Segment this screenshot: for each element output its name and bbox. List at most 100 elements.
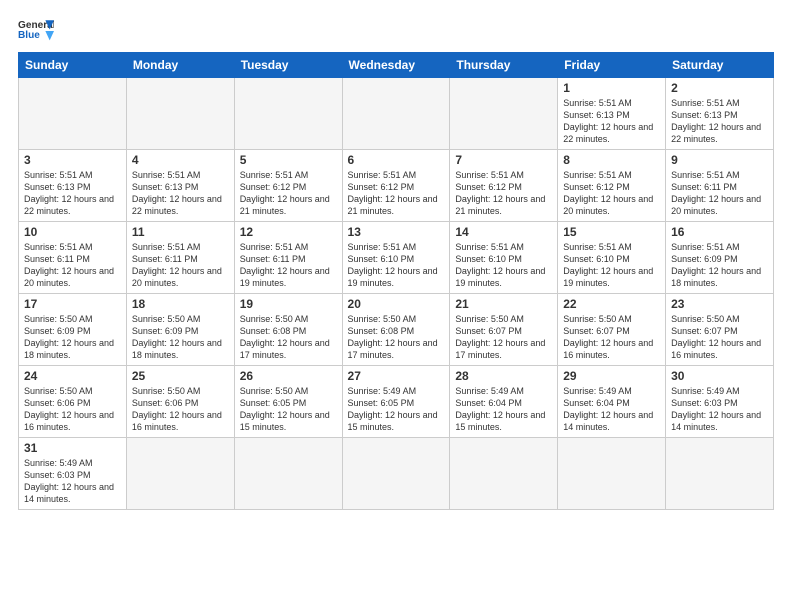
day-number: 17 [24, 297, 121, 311]
week-row-3: 10 Sunrise: 5:51 AM Sunset: 6:11 PM Dayli… [19, 222, 774, 294]
day-info: Sunrise: 5:51 AM Sunset: 6:13 PM Dayligh… [671, 97, 768, 146]
day-number: 4 [132, 153, 229, 167]
weekday-header-friday: Friday [558, 53, 666, 78]
calendar-cell [126, 78, 234, 150]
svg-text:Blue: Blue [18, 30, 40, 41]
calendar-cell [342, 438, 450, 510]
calendar-cell [234, 78, 342, 150]
calendar-cell: 8 Sunrise: 5:51 AM Sunset: 6:12 PM Daylig… [558, 150, 666, 222]
day-number: 8 [563, 153, 660, 167]
calendar-cell: 15Sunrise: 5:51 AM Sunset: 6:10 PM Dayli… [558, 222, 666, 294]
day-number: 7 [455, 153, 552, 167]
day-number: 25 [132, 369, 229, 383]
day-info: Sunrise: 5:50 AM Sunset: 6:05 PM Dayligh… [240, 385, 337, 434]
logo: General Blue [18, 16, 54, 46]
calendar-cell: 30Sunrise: 5:49 AM Sunset: 6:03 PM Dayli… [666, 366, 774, 438]
day-number: 27 [348, 369, 445, 383]
calendar-cell: 23 Sunrise: 5:50 AM Sunset: 6:07 PM Dayli… [666, 294, 774, 366]
header: General Blue [18, 16, 774, 46]
calendar-cell: 25 Sunrise: 5:50 AM Sunset: 6:06 PM Dayli… [126, 366, 234, 438]
day-number: 12 [240, 225, 337, 239]
day-info: Sunrise: 5:50 AM Sunset: 6:06 PM Dayligh… [24, 385, 121, 434]
day-number: 16 [671, 225, 768, 239]
calendar-cell [450, 438, 558, 510]
day-number: 24 [24, 369, 121, 383]
calendar-cell: 19Sunrise: 5:50 AM Sunset: 6:08 PM Dayli… [234, 294, 342, 366]
calendar-cell: 9Sunrise: 5:51 AM Sunset: 6:11 PM Daylig… [666, 150, 774, 222]
day-number: 20 [348, 297, 445, 311]
day-info: Sunrise: 5:51 AM Sunset: 6:13 PM Dayligh… [563, 97, 660, 146]
day-number: 23 [671, 297, 768, 311]
day-info: Sunrise: 5:51 AM Sunset: 6:10 PM Dayligh… [348, 241, 445, 290]
calendar-cell: 26 Sunrise: 5:50 AM Sunset: 6:05 PM Dayli… [234, 366, 342, 438]
day-info: Sunrise: 5:51 AM Sunset: 6:11 PM Dayligh… [132, 241, 229, 290]
page: General Blue SundayMondayTuesdayWednesda… [0, 0, 792, 520]
day-info: Sunrise: 5:51 AM Sunset: 6:12 PM Dayligh… [563, 169, 660, 218]
day-number: 9 [671, 153, 768, 167]
day-info: Sunrise: 5:51 AM Sunset: 6:11 PM Dayligh… [24, 241, 121, 290]
day-number: 11 [132, 225, 229, 239]
day-number: 29 [563, 369, 660, 383]
calendar-cell: 2 Sunrise: 5:51 AM Sunset: 6:13 PM Daylig… [666, 78, 774, 150]
day-number: 15 [563, 225, 660, 239]
calendar-cell: 22Sunrise: 5:50 AM Sunset: 6:07 PM Dayli… [558, 294, 666, 366]
day-info: Sunrise: 5:51 AM Sunset: 6:13 PM Dayligh… [24, 169, 121, 218]
calendar-cell [19, 78, 127, 150]
calendar-cell: 3Sunrise: 5:51 AM Sunset: 6:13 PM Daylig… [19, 150, 127, 222]
calendar-cell [234, 438, 342, 510]
calendar-cell [342, 78, 450, 150]
day-number: 6 [348, 153, 445, 167]
day-number: 10 [24, 225, 121, 239]
day-number: 14 [455, 225, 552, 239]
weekday-header-sunday: Sunday [19, 53, 127, 78]
calendar-cell: 29 Sunrise: 5:49 AM Sunset: 6:04 PM Dayli… [558, 366, 666, 438]
day-info: Sunrise: 5:51 AM Sunset: 6:09 PM Dayligh… [671, 241, 768, 290]
weekday-header-wednesday: Wednesday [342, 53, 450, 78]
calendar-cell: 4 Sunrise: 5:51 AM Sunset: 6:13 PM Daylig… [126, 150, 234, 222]
day-info: Sunrise: 5:50 AM Sunset: 6:09 PM Dayligh… [24, 313, 121, 362]
logo-icon: General Blue [18, 16, 54, 46]
calendar-cell: 28Sunrise: 5:49 AM Sunset: 6:04 PM Dayli… [450, 366, 558, 438]
day-info: Sunrise: 5:50 AM Sunset: 6:08 PM Dayligh… [348, 313, 445, 362]
week-row-4: 17 Sunrise: 5:50 AM Sunset: 6:09 PM Dayli… [19, 294, 774, 366]
calendar-cell: 14 Sunrise: 5:51 AM Sunset: 6:10 PM Dayli… [450, 222, 558, 294]
calendar-cell: 11 Sunrise: 5:51 AM Sunset: 6:11 PM Dayli… [126, 222, 234, 294]
calendar-cell: 6 Sunrise: 5:51 AM Sunset: 6:12 PM Daylig… [342, 150, 450, 222]
calendar-cell: 1Sunrise: 5:51 AM Sunset: 6:13 PM Daylig… [558, 78, 666, 150]
day-info: Sunrise: 5:51 AM Sunset: 6:10 PM Dayligh… [455, 241, 552, 290]
calendar-cell: 17 Sunrise: 5:50 AM Sunset: 6:09 PM Dayli… [19, 294, 127, 366]
calendar-cell [666, 438, 774, 510]
day-number: 13 [348, 225, 445, 239]
weekday-header-saturday: Saturday [666, 53, 774, 78]
day-number: 5 [240, 153, 337, 167]
weekday-header-thursday: Thursday [450, 53, 558, 78]
day-info: Sunrise: 5:49 AM Sunset: 6:05 PM Dayligh… [348, 385, 445, 434]
week-row-6: 31Sunrise: 5:49 AM Sunset: 6:03 PM Dayli… [19, 438, 774, 510]
day-number: 26 [240, 369, 337, 383]
calendar-cell: 18 Sunrise: 5:50 AM Sunset: 6:09 PM Dayli… [126, 294, 234, 366]
day-info: Sunrise: 5:50 AM Sunset: 6:07 PM Dayligh… [563, 313, 660, 362]
day-info: Sunrise: 5:50 AM Sunset: 6:09 PM Dayligh… [132, 313, 229, 362]
calendar-cell: 21Sunrise: 5:50 AM Sunset: 6:07 PM Dayli… [450, 294, 558, 366]
calendar-cell: 10 Sunrise: 5:51 AM Sunset: 6:11 PM Dayli… [19, 222, 127, 294]
weekday-header-tuesday: Tuesday [234, 53, 342, 78]
week-row-5: 24 Sunrise: 5:50 AM Sunset: 6:06 PM Dayli… [19, 366, 774, 438]
day-number: 18 [132, 297, 229, 311]
calendar-cell [126, 438, 234, 510]
day-number: 21 [455, 297, 552, 311]
day-info: Sunrise: 5:51 AM Sunset: 6:11 PM Dayligh… [240, 241, 337, 290]
week-row-2: 3Sunrise: 5:51 AM Sunset: 6:13 PM Daylig… [19, 150, 774, 222]
day-number: 28 [455, 369, 552, 383]
day-info: Sunrise: 5:49 AM Sunset: 6:04 PM Dayligh… [563, 385, 660, 434]
day-number: 2 [671, 81, 768, 95]
day-info: Sunrise: 5:50 AM Sunset: 6:07 PM Dayligh… [671, 313, 768, 362]
day-info: Sunrise: 5:51 AM Sunset: 6:12 PM Dayligh… [455, 169, 552, 218]
day-info: Sunrise: 5:50 AM Sunset: 6:06 PM Dayligh… [132, 385, 229, 434]
day-info: Sunrise: 5:51 AM Sunset: 6:13 PM Dayligh… [132, 169, 229, 218]
calendar-cell [558, 438, 666, 510]
calendar-cell: 5Sunrise: 5:51 AM Sunset: 6:12 PM Daylig… [234, 150, 342, 222]
day-info: Sunrise: 5:51 AM Sunset: 6:12 PM Dayligh… [348, 169, 445, 218]
week-row-1: 1Sunrise: 5:51 AM Sunset: 6:13 PM Daylig… [19, 78, 774, 150]
calendar-cell: 24 Sunrise: 5:50 AM Sunset: 6:06 PM Dayli… [19, 366, 127, 438]
calendar-cell: 7 Sunrise: 5:51 AM Sunset: 6:12 PM Daylig… [450, 150, 558, 222]
